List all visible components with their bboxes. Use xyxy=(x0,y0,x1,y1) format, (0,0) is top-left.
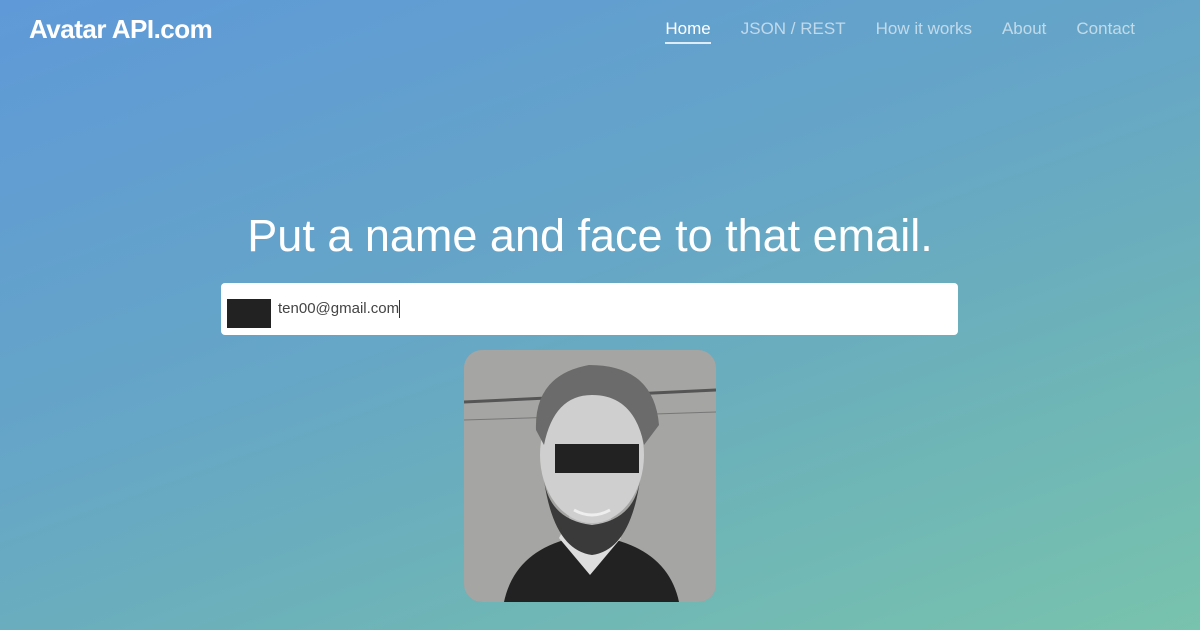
text-caret xyxy=(399,300,401,319)
nav-home[interactable]: Home xyxy=(665,19,711,44)
nav-how-it-works[interactable]: How it works xyxy=(876,19,972,44)
email-value: ten00@gmail.com xyxy=(278,300,400,317)
nav-about[interactable]: About xyxy=(1002,19,1046,44)
nav-json-rest[interactable]: JSON / REST xyxy=(741,19,846,44)
avatar-photo xyxy=(464,350,716,602)
nav-contact[interactable]: Contact xyxy=(1076,19,1135,44)
logo[interactable]: Avatar API.com xyxy=(29,14,213,45)
main-nav: Home JSON / REST How it works About Cont… xyxy=(665,19,1135,44)
redaction-box xyxy=(555,444,639,473)
hero-headline: Put a name and face to that email. xyxy=(247,210,933,261)
redaction-box xyxy=(227,299,271,328)
email-input[interactable]: ten00@gmail.com xyxy=(221,283,958,335)
